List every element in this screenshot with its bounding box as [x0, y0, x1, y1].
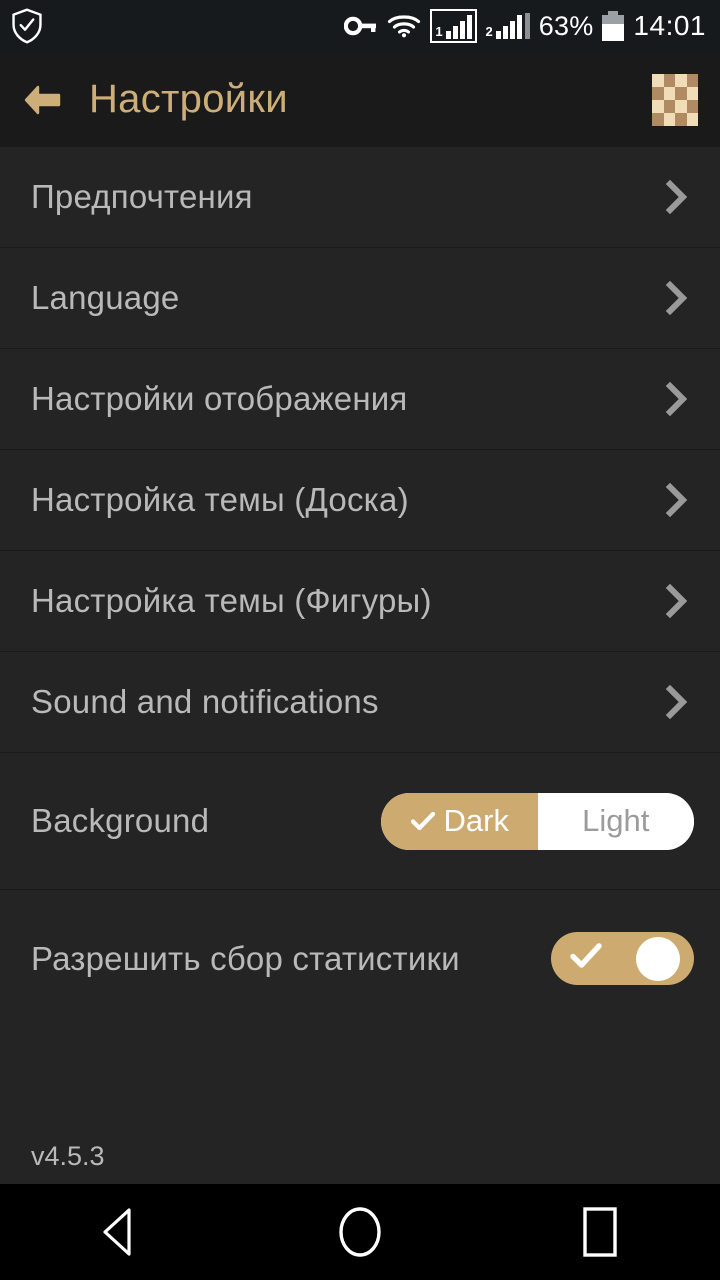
vpn-key-icon [344, 13, 378, 39]
settings-row-display-settings[interactable]: Настройки отображения [0, 349, 720, 450]
settings-row-sound-and-notifications[interactable]: Sound and notifications [0, 652, 720, 753]
settings-row-preferences[interactable]: Предпочтения [0, 147, 720, 248]
settings-row-theme-pieces[interactable]: Настройка темы (Фигуры) [0, 551, 720, 652]
status-bar-right: 1 2 63% 14:01 [344, 9, 706, 43]
android-nav-bar [0, 1184, 720, 1280]
toggle-knob [636, 936, 680, 981]
row-label: Настройка темы (Фигуры) [31, 582, 432, 619]
chevron-right-icon [660, 281, 694, 315]
row-label: Настройка темы (Доска) [31, 481, 409, 518]
background-option-dark-label: Dark [443, 803, 509, 838]
row-label: Предпочтения [31, 178, 253, 215]
background-option-light[interactable]: Light [537, 792, 694, 850]
shield-check-icon [10, 7, 44, 45]
page-title: Настройки [89, 77, 288, 121]
settings-list: Предпочтения Language Настройки отображе… [0, 147, 720, 1216]
sim1-label: 1 [435, 24, 443, 39]
background-option-light-label: Light [582, 803, 650, 838]
check-icon [569, 942, 603, 975]
row-label: Language [31, 279, 180, 316]
chevron-right-icon [660, 584, 694, 618]
settings-row-theme-board[interactable]: Настройка темы (Доска) [0, 450, 720, 551]
check-icon [410, 810, 436, 832]
wifi-icon [387, 13, 421, 39]
status-bar-left [10, 7, 44, 45]
statistics-label: Разрешить сбор статистики [31, 939, 460, 977]
status-bar: 1 2 63% 14:01 [0, 0, 720, 52]
background-segmented-control[interactable]: Dark Light [381, 792, 694, 850]
nav-back-button[interactable] [60, 1184, 180, 1280]
sim1-signal-icon: 1 [430, 9, 477, 43]
app-bar: Настройки [0, 52, 720, 147]
row-label: Настройки отображения [31, 380, 408, 417]
chevron-right-icon [660, 180, 694, 214]
chevron-right-icon [660, 685, 694, 719]
row-label: Sound and notifications [31, 683, 379, 720]
settings-row-statistics: Разрешить сбор статистики [0, 890, 720, 1027]
nav-home-button[interactable] [300, 1184, 420, 1280]
clock-label: 14:01 [633, 10, 706, 41]
back-arrow-icon[interactable] [20, 78, 64, 122]
chevron-right-icon [660, 382, 694, 416]
battery-percent-label: 63% [538, 10, 594, 41]
chevron-right-icon [660, 483, 694, 517]
phone-screen: 1 2 63% 14:01 Настройки Предпочтения Lan… [0, 0, 720, 1280]
settings-row-language[interactable]: Language [0, 248, 720, 349]
background-option-dark[interactable]: Dark [381, 792, 538, 850]
chessboard-icon[interactable] [652, 73, 698, 126]
settings-row-background: Background Dark Light [0, 753, 720, 890]
sim2-signal-icon: 2 [486, 13, 530, 39]
nav-recents-button[interactable] [540, 1184, 660, 1280]
app-version-label: v4.5.3 [31, 1141, 105, 1171]
background-label: Background [31, 802, 210, 839]
sim2-label: 2 [485, 24, 493, 39]
battery-icon [602, 11, 625, 41]
statistics-toggle[interactable] [551, 932, 694, 985]
